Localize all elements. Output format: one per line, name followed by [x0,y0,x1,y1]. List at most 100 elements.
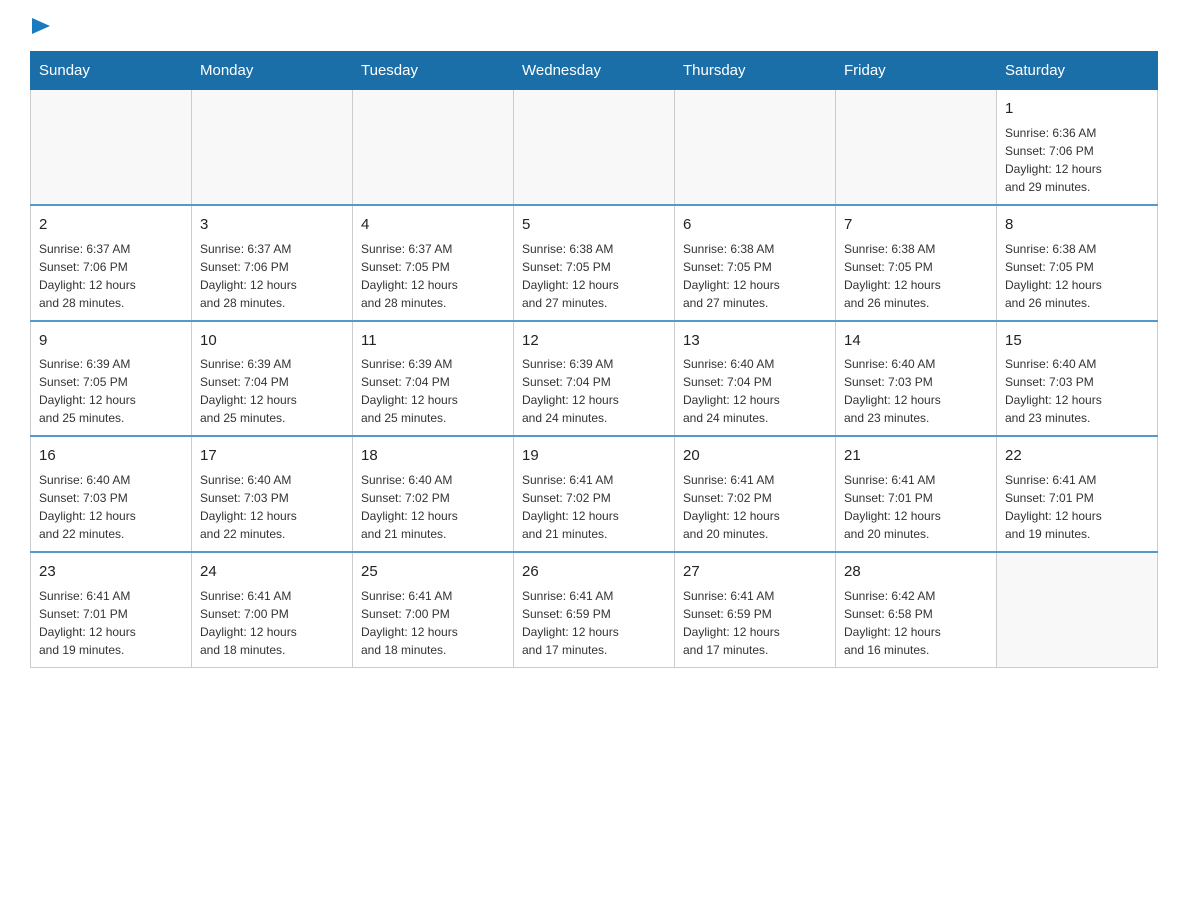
calendar-cell [31,90,192,205]
calendar-cell: 27 Sunrise: 6:41 AM Sunset: 6:59 PM Dayli… [675,552,836,667]
day-info: Sunrise: 6:42 AM Sunset: 6:58 PM Dayligh… [844,587,988,659]
calendar-cell [353,90,514,205]
day-info: Sunrise: 6:37 AM Sunset: 7:06 PM Dayligh… [200,240,344,312]
calendar-cell: 25Sunrise: 6:41 AM Sunset: 7:00 PM Dayli… [353,552,514,667]
day-info: Sunrise: 6:41 AM Sunset: 7:00 PM Dayligh… [200,587,344,659]
calendar-table: SundayMondayTuesdayWednesdayThursdayFrid… [30,51,1158,668]
day-number: 24 [200,561,344,583]
day-number: 20 [683,445,827,467]
day-info: Sunrise: 6:40 AM Sunset: 7:03 PM Dayligh… [39,471,183,543]
day-number: 26 [522,561,666,583]
calendar-cell: 22 Sunrise: 6:41 AM Sunset: 7:01 PM Dayli… [997,436,1158,552]
calendar-cell: 20 Sunrise: 6:41 AM Sunset: 7:02 PM Dayli… [675,436,836,552]
calendar-cell: 21 Sunrise: 6:41 AM Sunset: 7:01 PM Dayli… [836,436,997,552]
weekday-header-sunday: Sunday [31,52,192,90]
calendar-cell: 17Sunrise: 6:40 AM Sunset: 7:03 PM Dayli… [192,436,353,552]
day-info: Sunrise: 6:40 AM Sunset: 7:02 PM Dayligh… [361,471,505,543]
day-number: 7 [844,214,988,236]
calendar-cell: 7Sunrise: 6:38 AM Sunset: 7:05 PM Daylig… [836,205,997,321]
calendar-cell: 6 Sunrise: 6:38 AM Sunset: 7:05 PM Daylig… [675,205,836,321]
calendar-cell: 9 Sunrise: 6:39 AM Sunset: 7:05 PM Daylig… [31,321,192,437]
calendar-cell [997,552,1158,667]
calendar-cell: 23 Sunrise: 6:41 AM Sunset: 7:01 PM Dayli… [31,552,192,667]
calendar-cell [192,90,353,205]
calendar-cell: 28 Sunrise: 6:42 AM Sunset: 6:58 PM Dayli… [836,552,997,667]
calendar-cell: 4 Sunrise: 6:37 AM Sunset: 7:05 PM Daylig… [353,205,514,321]
day-info: Sunrise: 6:39 AM Sunset: 7:04 PM Dayligh… [522,355,666,427]
day-number: 5 [522,214,666,236]
day-info: Sunrise: 6:41 AM Sunset: 7:00 PM Dayligh… [361,587,505,659]
calendar-header-row: SundayMondayTuesdayWednesdayThursdayFrid… [31,52,1158,90]
calendar-week-row: 16 Sunrise: 6:40 AM Sunset: 7:03 PM Dayli… [31,436,1158,552]
calendar-cell: 15 Sunrise: 6:40 AM Sunset: 7:03 PM Dayli… [997,321,1158,437]
day-info: Sunrise: 6:41 AM Sunset: 6:59 PM Dayligh… [683,587,827,659]
day-number: 12 [522,330,666,352]
calendar-week-row: 2 Sunrise: 6:37 AM Sunset: 7:06 PM Daylig… [31,205,1158,321]
day-number: 14 [844,330,988,352]
day-info: Sunrise: 6:39 AM Sunset: 7:04 PM Dayligh… [361,355,505,427]
calendar-cell: 16 Sunrise: 6:40 AM Sunset: 7:03 PM Dayli… [31,436,192,552]
day-info: Sunrise: 6:41 AM Sunset: 7:01 PM Dayligh… [39,587,183,659]
day-info: Sunrise: 6:37 AM Sunset: 7:05 PM Dayligh… [361,240,505,312]
day-number: 22 [1005,445,1149,467]
calendar-week-row: 1Sunrise: 6:36 AM Sunset: 7:06 PM Daylig… [31,90,1158,205]
calendar-cell: 24 Sunrise: 6:41 AM Sunset: 7:00 PM Dayli… [192,552,353,667]
calendar-cell: 13 Sunrise: 6:40 AM Sunset: 7:04 PM Dayli… [675,321,836,437]
calendar-cell: 18 Sunrise: 6:40 AM Sunset: 7:02 PM Dayli… [353,436,514,552]
day-number: 23 [39,561,183,583]
day-number: 27 [683,561,827,583]
day-number: 10 [200,330,344,352]
day-number: 11 [361,330,505,352]
calendar-cell: 26 Sunrise: 6:41 AM Sunset: 6:59 PM Dayli… [514,552,675,667]
weekday-header-friday: Friday [836,52,997,90]
calendar-cell: 10 Sunrise: 6:39 AM Sunset: 7:04 PM Dayli… [192,321,353,437]
day-info: Sunrise: 6:41 AM Sunset: 7:02 PM Dayligh… [683,471,827,543]
day-info: Sunrise: 6:41 AM Sunset: 7:02 PM Dayligh… [522,471,666,543]
day-info: Sunrise: 6:40 AM Sunset: 7:03 PM Dayligh… [1005,355,1149,427]
weekday-header-thursday: Thursday [675,52,836,90]
day-number: 2 [39,214,183,236]
day-info: Sunrise: 6:36 AM Sunset: 7:06 PM Dayligh… [1005,124,1149,196]
calendar-week-row: 23 Sunrise: 6:41 AM Sunset: 7:01 PM Dayli… [31,552,1158,667]
day-number: 6 [683,214,827,236]
calendar-cell: 5 Sunrise: 6:38 AM Sunset: 7:05 PM Daylig… [514,205,675,321]
weekday-header-saturday: Saturday [997,52,1158,90]
day-number: 16 [39,445,183,467]
day-number: 28 [844,561,988,583]
day-info: Sunrise: 6:40 AM Sunset: 7:03 PM Dayligh… [844,355,988,427]
calendar-cell: 14 Sunrise: 6:40 AM Sunset: 7:03 PM Dayli… [836,321,997,437]
day-info: Sunrise: 6:41 AM Sunset: 7:01 PM Dayligh… [1005,471,1149,543]
day-info: Sunrise: 6:39 AM Sunset: 7:05 PM Dayligh… [39,355,183,427]
day-number: 9 [39,330,183,352]
day-info: Sunrise: 6:41 AM Sunset: 6:59 PM Dayligh… [522,587,666,659]
calendar-cell: 11 Sunrise: 6:39 AM Sunset: 7:04 PM Dayli… [353,321,514,437]
day-info: Sunrise: 6:38 AM Sunset: 7:05 PM Dayligh… [522,240,666,312]
weekday-header-wednesday: Wednesday [514,52,675,90]
calendar-cell: 1Sunrise: 6:36 AM Sunset: 7:06 PM Daylig… [997,90,1158,205]
day-number: 4 [361,214,505,236]
day-number: 18 [361,445,505,467]
day-info: Sunrise: 6:41 AM Sunset: 7:01 PM Dayligh… [844,471,988,543]
day-number: 15 [1005,330,1149,352]
day-number: 13 [683,330,827,352]
calendar-cell [514,90,675,205]
day-number: 19 [522,445,666,467]
day-info: Sunrise: 6:37 AM Sunset: 7:06 PM Dayligh… [39,240,183,312]
day-info: Sunrise: 6:39 AM Sunset: 7:04 PM Dayligh… [200,355,344,427]
calendar-week-row: 9 Sunrise: 6:39 AM Sunset: 7:05 PM Daylig… [31,321,1158,437]
weekday-header-tuesday: Tuesday [353,52,514,90]
calendar-cell: 12 Sunrise: 6:39 AM Sunset: 7:04 PM Dayli… [514,321,675,437]
calendar-cell: 2 Sunrise: 6:37 AM Sunset: 7:06 PM Daylig… [31,205,192,321]
logo [30,20,50,36]
day-number: 3 [200,214,344,236]
day-number: 21 [844,445,988,467]
day-number: 17 [200,445,344,467]
logo-flag-icon [32,18,50,40]
calendar-cell: 3 Sunrise: 6:37 AM Sunset: 7:06 PM Daylig… [192,205,353,321]
page-header [30,20,1158,36]
day-info: Sunrise: 6:40 AM Sunset: 7:04 PM Dayligh… [683,355,827,427]
calendar-cell: 8Sunrise: 6:38 AM Sunset: 7:05 PM Daylig… [997,205,1158,321]
day-info: Sunrise: 6:38 AM Sunset: 7:05 PM Dayligh… [1005,240,1149,312]
calendar-cell [836,90,997,205]
day-info: Sunrise: 6:38 AM Sunset: 7:05 PM Dayligh… [683,240,827,312]
